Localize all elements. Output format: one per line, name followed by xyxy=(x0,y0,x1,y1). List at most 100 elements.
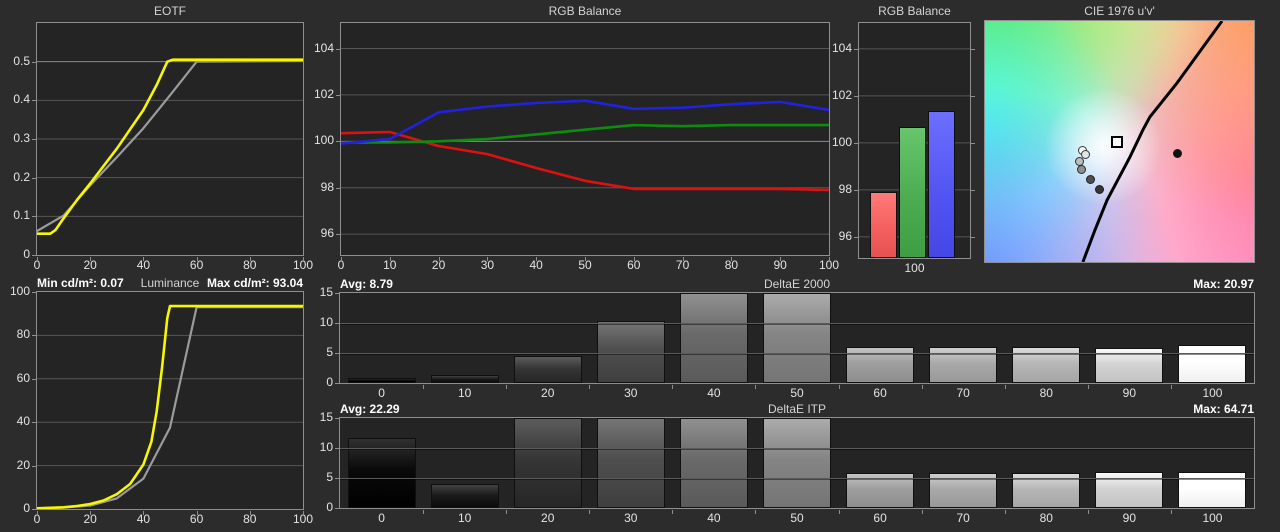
x-tick-mark xyxy=(37,511,38,515)
x-tick-mark xyxy=(672,385,673,389)
de2000-max-label: Max: 20.97 xyxy=(340,277,1254,291)
y-tick-label: 98 xyxy=(300,180,334,195)
x-category-label: 30 xyxy=(606,386,656,401)
y-tick-mark xyxy=(854,190,858,191)
x-tick-mark xyxy=(839,385,840,389)
x-tick-mark xyxy=(90,511,91,515)
y-tick-label: 0.5 xyxy=(0,54,30,69)
y-tick-label: 20 xyxy=(0,458,30,473)
x-category-label: 10 xyxy=(440,386,490,401)
y-tick-mark xyxy=(32,422,36,423)
x-category-label: 40 xyxy=(689,386,739,401)
calibration-dashboard: EOTF Min cd/m²: 0.07 Luminance Max cd/m²… xyxy=(0,0,1280,532)
x-category-label: 100 xyxy=(1187,511,1237,526)
y-tick-label: 98 xyxy=(818,182,852,197)
y-tick-label: 15 xyxy=(299,410,333,425)
x-tick-mark xyxy=(423,510,424,514)
y-tick-mark-right xyxy=(971,237,975,238)
luminance-max-label: Max cd/m²: 93.04 xyxy=(37,276,303,290)
deltae-bar xyxy=(431,484,499,508)
x-tick-mark xyxy=(487,257,488,261)
y-tick-label: 100 xyxy=(818,135,852,150)
x-tick-mark xyxy=(506,385,507,389)
rgb-balance-lines-plot xyxy=(340,22,830,256)
y-tick-label: 102 xyxy=(818,88,852,103)
deltae-bar xyxy=(680,293,748,383)
x-category-label: 10 xyxy=(440,511,490,526)
y-tick-mark xyxy=(336,49,340,50)
x-tick-mark xyxy=(1088,385,1089,389)
deltae-bar xyxy=(680,418,748,508)
y-tick-label: 0.1 xyxy=(0,208,30,223)
x-tick-mark xyxy=(829,257,830,261)
x-category-label: 20 xyxy=(523,386,573,401)
x-category-label: 0 xyxy=(357,386,407,401)
x-tick-mark xyxy=(672,510,673,514)
x-tick-mark xyxy=(250,257,251,261)
y-tick-label: 5 xyxy=(299,470,333,485)
x-category-label: 30 xyxy=(606,511,656,526)
x-tick-mark xyxy=(589,385,590,389)
rgb-bar-blue xyxy=(928,111,955,258)
y-tick-label: 60 xyxy=(0,371,30,386)
measurement-point xyxy=(1077,165,1086,174)
rgb-balance-bars-chart-title: RGB Balance xyxy=(859,4,970,18)
x-tick-mark xyxy=(1005,385,1006,389)
x-tick-mark xyxy=(390,257,391,261)
y-tick-label: 0 xyxy=(299,500,333,515)
y-tick-mark xyxy=(32,335,36,336)
grid-line xyxy=(340,323,1254,324)
x-tick-mark xyxy=(1171,385,1172,389)
x-tick-mark xyxy=(922,510,923,514)
x-tick-mark xyxy=(589,510,590,514)
deltae-bar xyxy=(514,356,582,383)
x-tick-mark xyxy=(37,257,38,261)
measurement-point xyxy=(1173,149,1182,158)
eotf-chart-title: EOTF xyxy=(37,4,303,18)
grid-line xyxy=(340,448,1254,449)
deitp-max-label: Max: 64.71 xyxy=(340,402,1254,416)
rgb-balance-lines-chart-title: RGB Balance xyxy=(341,4,829,18)
x-category-label: 40 xyxy=(689,511,739,526)
y-tick-mark xyxy=(32,62,36,63)
x-tick-mark xyxy=(585,257,586,261)
luminance-plot xyxy=(36,291,304,510)
y-tick-label: 0.4 xyxy=(0,92,30,107)
y-tick-mark xyxy=(32,292,36,293)
y-tick-label: 104 xyxy=(818,41,852,56)
x-tick-mark xyxy=(197,511,198,515)
y-tick-mark-right xyxy=(971,96,975,97)
y-tick-label: 0.3 xyxy=(0,131,30,146)
y-tick-mark xyxy=(32,178,36,179)
x-category-label: 60 xyxy=(855,511,905,526)
y-tick-mark xyxy=(32,466,36,467)
x-tick-mark xyxy=(143,257,144,261)
y-tick-label: 96 xyxy=(818,229,852,244)
x-category-label: 80 xyxy=(1021,511,1071,526)
x-category-label: 100 xyxy=(859,261,970,276)
x-tick-mark xyxy=(731,257,732,261)
x-category-label: 90 xyxy=(1104,386,1154,401)
x-tick-mark xyxy=(143,511,144,515)
y-tick-label: 96 xyxy=(300,226,334,241)
x-tick-mark xyxy=(1171,510,1172,514)
deltae-bar xyxy=(431,375,499,383)
deltae-bar xyxy=(763,418,831,508)
deltae-bar xyxy=(597,418,665,508)
y-tick-label: 104 xyxy=(300,41,334,56)
x-tick-mark xyxy=(197,257,198,261)
y-tick-mark-right xyxy=(971,190,975,191)
y-tick-label: 102 xyxy=(300,87,334,102)
x-category-label: 60 xyxy=(855,386,905,401)
y-tick-mark xyxy=(336,234,340,235)
y-tick-label: 0 xyxy=(299,375,333,390)
y-tick-mark xyxy=(335,418,339,419)
y-tick-mark xyxy=(335,353,339,354)
y-tick-mark xyxy=(335,508,339,509)
de2000-plot xyxy=(339,292,1255,384)
x-tick-mark xyxy=(683,257,684,261)
series-line-reference xyxy=(37,61,303,231)
y-tick-mark-right xyxy=(971,49,975,50)
y-tick-mark xyxy=(32,100,36,101)
series-line-reference xyxy=(37,307,303,508)
